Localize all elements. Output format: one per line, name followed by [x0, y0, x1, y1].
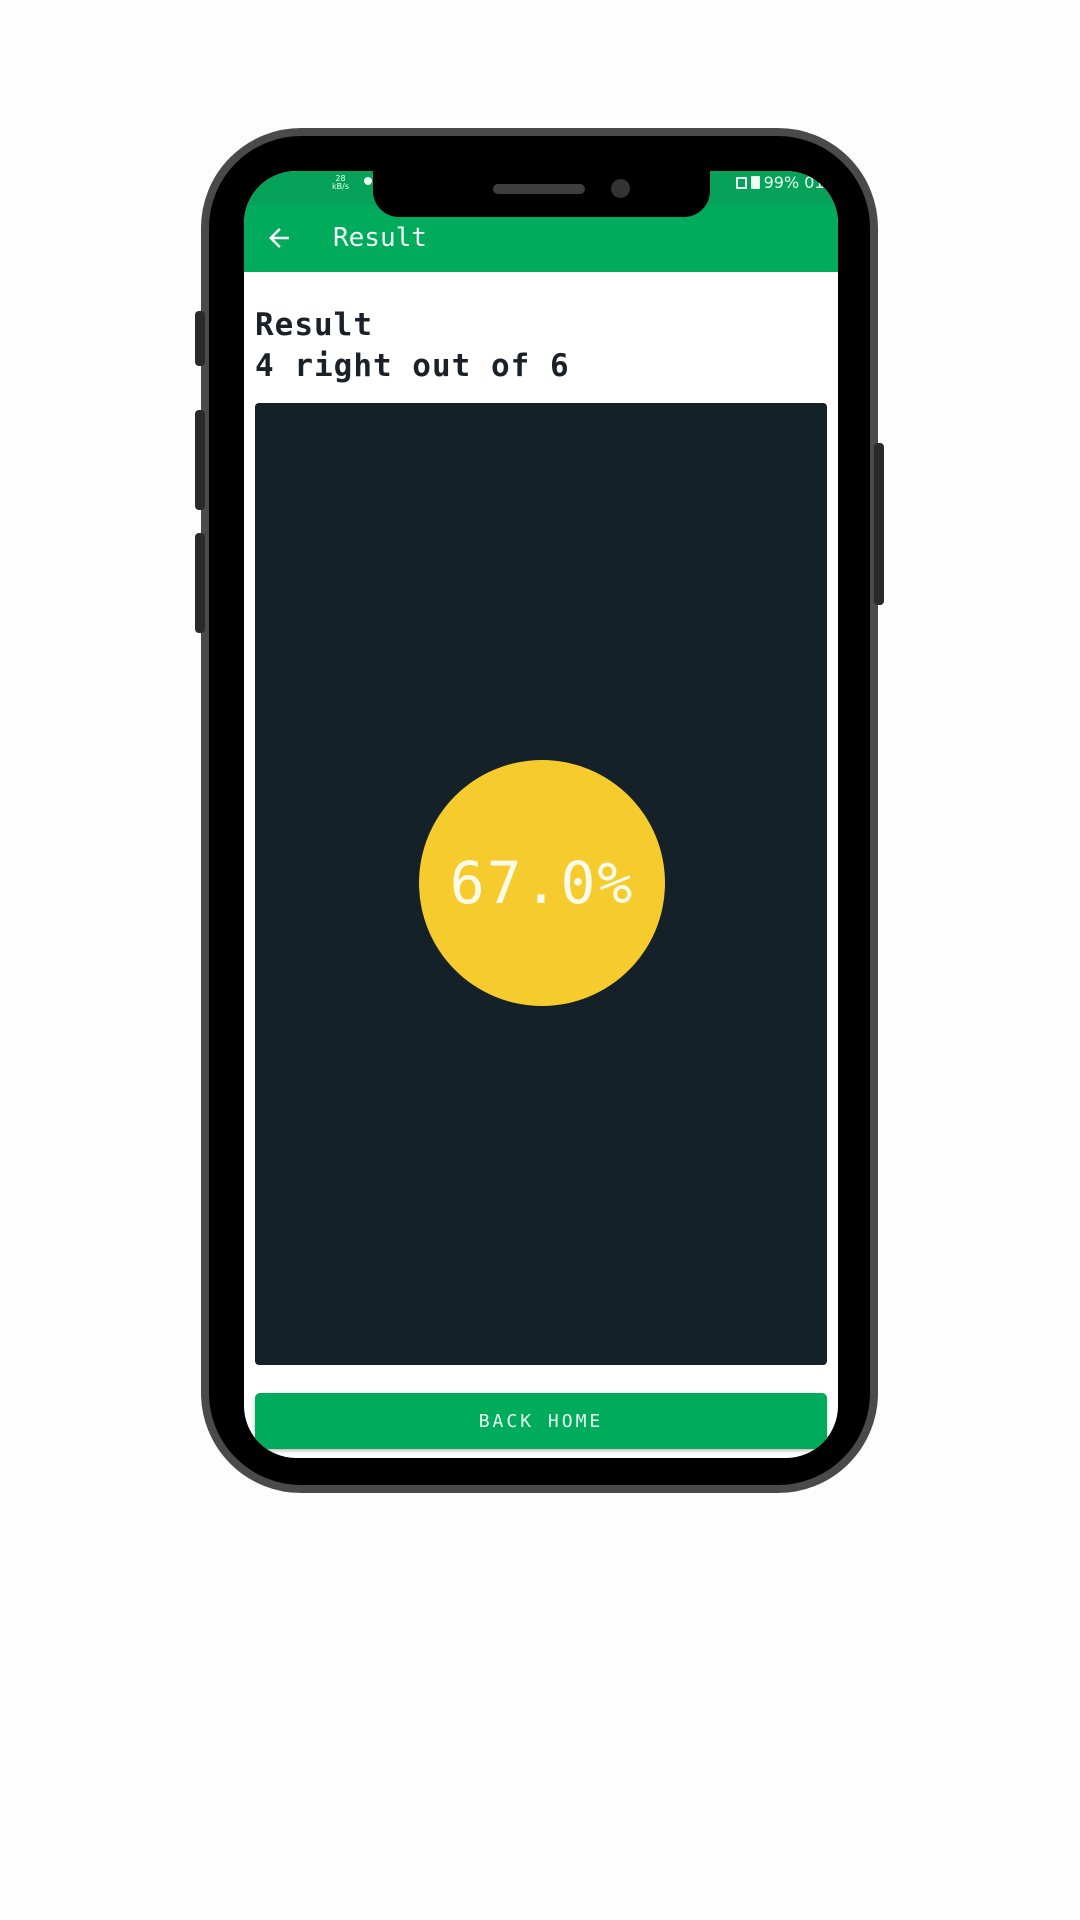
network-speed: 28 kB/s — [332, 175, 349, 191]
phone-notch — [373, 171, 710, 217]
phone-mute-switch — [195, 311, 205, 366]
back-home-button[interactable]: BACK HOME — [255, 1393, 827, 1449]
score-circle: 67.0% — [419, 760, 665, 1006]
notification-dot-icon — [364, 177, 372, 185]
score-percentage: 67.0% — [449, 849, 635, 917]
signal-icon — [735, 176, 747, 189]
result-summary: 4 right out of 6 — [255, 348, 570, 384]
phone-power-button — [874, 443, 884, 605]
phone-screen: 28 kB/s 99% 01: Result Result 4 right ou… — [244, 171, 838, 1458]
battery-icon — [750, 176, 760, 189]
phone-volume-up-button — [195, 410, 205, 510]
earpiece-speaker — [493, 184, 585, 194]
arrow-left-icon[interactable] — [264, 223, 294, 253]
phone-volume-down-button — [195, 533, 205, 633]
network-speed-unit: kB/s — [332, 182, 349, 191]
result-heading: Result — [255, 307, 373, 343]
battery-text: 99% 01: — [763, 173, 830, 192]
front-camera-icon — [611, 179, 630, 198]
status-right: 99% 01: — [735, 173, 830, 192]
score-panel: 67.0% — [255, 403, 827, 1365]
app-bar-title: Result — [333, 223, 427, 253]
